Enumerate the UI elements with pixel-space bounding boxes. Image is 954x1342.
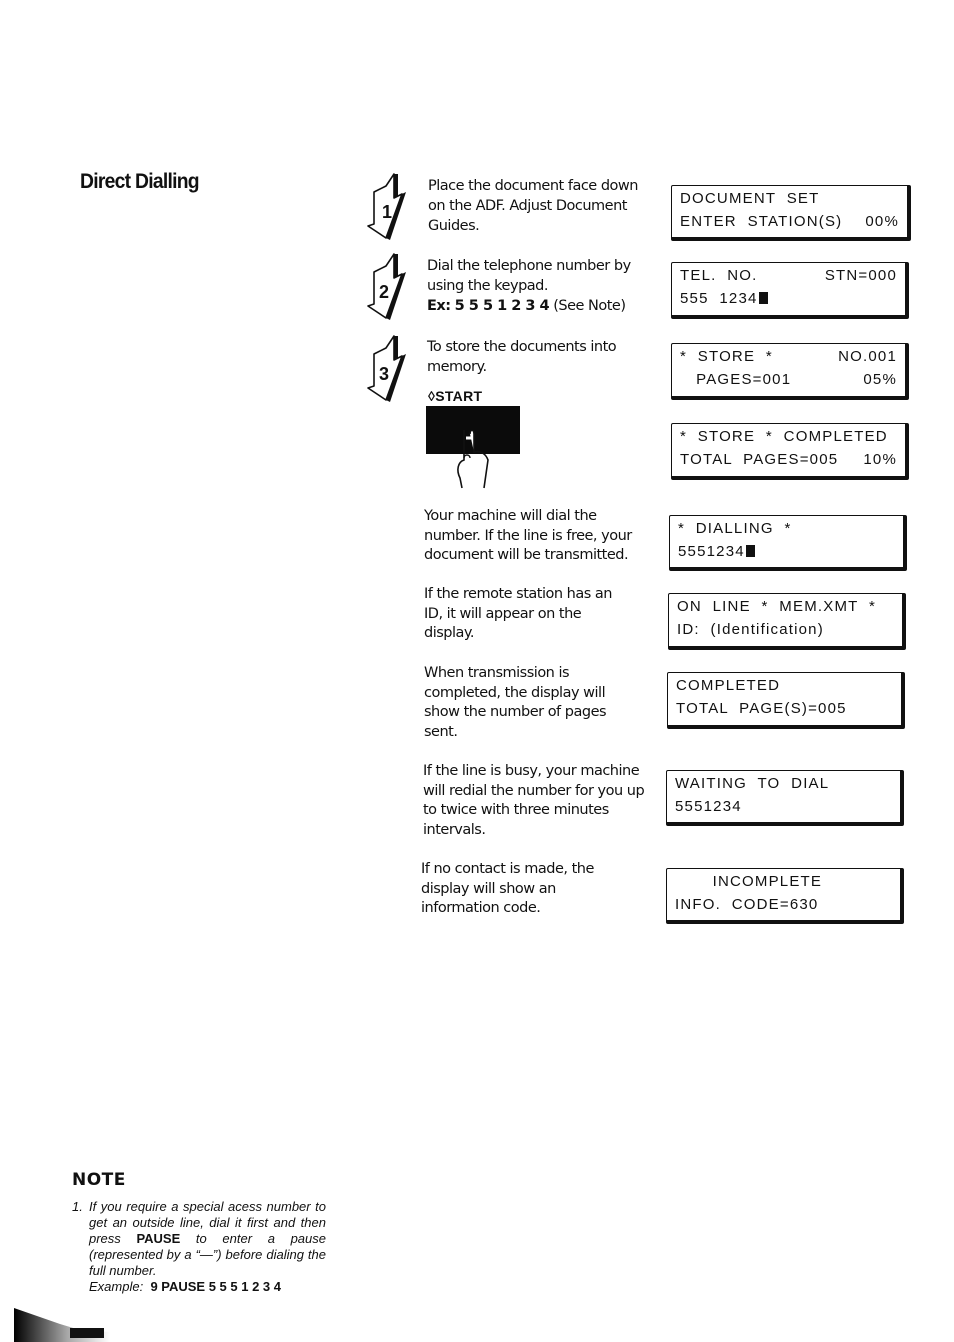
page-corner-scan-mark <box>14 1308 110 1342</box>
lcd-line-2: 5551234 <box>675 798 742 815</box>
note-number: 1. <box>72 1199 83 1214</box>
pressing-finger-icon <box>457 430 489 489</box>
step-1-arrow-icon: 1 <box>367 173 406 240</box>
lcd-line-1: * DIALLING * <box>678 520 792 537</box>
lcd-line-2: ID: (Identification) <box>677 621 824 638</box>
note-body: 1. If you require a special acess number… <box>72 1199 326 1295</box>
cursor-block-icon <box>745 545 755 557</box>
note-heading: NOTE <box>72 1170 126 1190</box>
step-3-arrow-icon: 3 <box>367 335 406 402</box>
step-2-arrow-icon: 2 <box>367 253 406 320</box>
lcd-display-document-set: DOCUMENT SET ENTER STATION(S) 00% <box>671 185 911 241</box>
lcd-display-incomplete: INCOMPLETE INFO. CODE=630 <box>666 868 904 924</box>
paragraph-line-busy: If the line is busy, your machine will r… <box>423 763 645 838</box>
lcd-line-2: 5551234 <box>678 543 745 560</box>
lcd-display-waiting: WAITING TO DIAL 5551234 <box>666 770 904 826</box>
note-example-value: 9 PAUSE 5 5 5 1 2 3 4 <box>150 1279 281 1294</box>
page-title: Direct Dialling <box>80 170 200 193</box>
paragraph-dialing: Your machine will dial the number. If th… <box>424 508 632 563</box>
paragraph-completed: When transmission is completed, the disp… <box>424 665 607 740</box>
paragraph-no-contact: If no contact is made, the display will … <box>421 861 594 916</box>
note-example-label: Example: <box>89 1279 144 1294</box>
pause-key-label: PAUSE <box>136 1231 181 1246</box>
step-2-example-note: (See Note) <box>553 298 626 314</box>
lcd-display-store-completed: * STORE * COMPLETED TOTAL PAGES=005 10% <box>671 423 909 480</box>
lcd-line-1: WAITING TO DIAL <box>675 775 830 792</box>
note-text: If you require a special acess number to… <box>89 1199 327 1294</box>
step-1-number: 1 <box>382 202 392 222</box>
step-2-text: Dial the telephone number by using the k… <box>427 258 631 294</box>
lcd-line-1: INCOMPLETE <box>675 873 823 890</box>
lcd-line-1: ON LINE * MEM.XMT * <box>677 598 877 615</box>
lcd-line-2: TOTAL PAGE(S)=005 <box>676 700 847 717</box>
lcd-line-1: DOCUMENT SET <box>680 190 820 207</box>
lcd-display-store: * STORE * NO.001 PAGES=001 05% <box>671 343 909 400</box>
lcd-line-2: TOTAL PAGES=005 <box>680 451 839 468</box>
cursor-block-icon <box>758 292 768 304</box>
start-key-label: ◊START <box>428 388 483 404</box>
step-1-text: Place the document face down on the ADF.… <box>428 178 638 234</box>
lcd-display-on-line: ON LINE * MEM.XMT * ID: (Identification) <box>668 593 906 650</box>
step-2-example: Ex: 5 5 5 1 2 3 4 (See Note) <box>427 296 652 316</box>
lcd-display-completed: COMPLETED TOTAL PAGE(S)=005 <box>667 672 905 729</box>
step-2-example-prefix: Ex: <box>427 298 451 314</box>
lcd-display-tel-no: TEL. NO. STN=000 555 1234 <box>671 262 909 319</box>
lcd-display-dialling: * DIALLING * 5551234 <box>669 515 907 571</box>
step-2-block: Dial the telephone number by using the k… <box>427 256 652 316</box>
step-2-number: 2 <box>379 282 389 302</box>
lcd-line-2: INFO. CODE=630 <box>675 896 819 913</box>
paragraph-remote-id: If the remote station has an ID, it will… <box>424 586 613 641</box>
step-3-number: 3 <box>379 364 389 384</box>
lcd-line-1: COMPLETED <box>676 677 781 694</box>
step-2-example-value: 5 5 5 1 2 3 4 <box>454 298 550 314</box>
step-3-text: To store the documents into memory. <box>427 339 617 375</box>
lcd-line-1: * STORE * <box>680 348 773 365</box>
lcd-line-1: TEL. NO. <box>680 267 758 284</box>
lcd-line-1: * STORE * COMPLETED <box>680 428 888 445</box>
lcd-line-2: PAGES=001 <box>680 371 792 388</box>
lcd-line-2: ENTER STATION(S) <box>680 213 843 230</box>
lcd-line-2: 555 1234 <box>680 290 758 307</box>
